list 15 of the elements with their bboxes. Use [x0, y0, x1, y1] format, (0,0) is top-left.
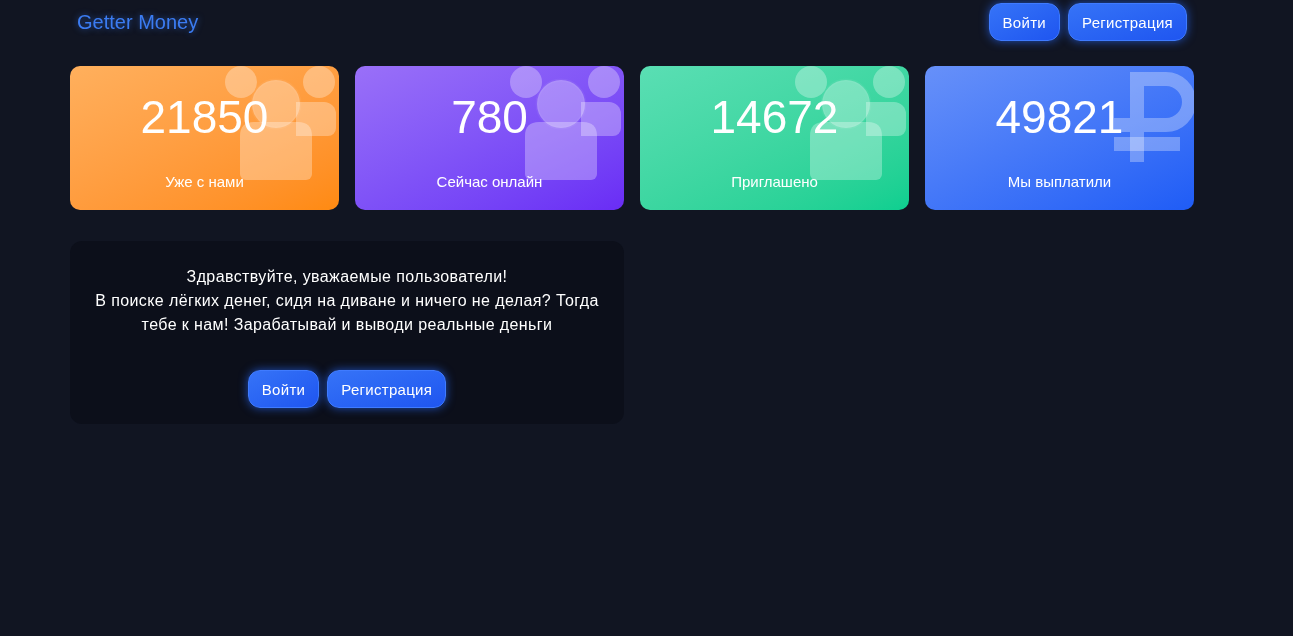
login-button[interactable]: Войти — [988, 3, 1060, 41]
stat-label: Уже с нами — [165, 172, 244, 192]
stat-value: 780 — [451, 91, 528, 143]
stat-label: Мы выплатили — [1007, 172, 1112, 192]
stat-label: Сейчас онлайн — [436, 172, 543, 192]
welcome-greeting: Здравствуйте, уважаемые пользователи! — [186, 267, 508, 287]
welcome-text: В поиске лёгких денег, сидя на диване и ничего не делая? Тогда тебе к нам! Зарабатывай и выводи реальные деньги — [94, 291, 600, 335]
site-logo[interactable]: Getter Money — [77, 3, 199, 41]
register-button[interactable]: Регистрация — [327, 370, 447, 408]
stat-value: 14672 — [710, 91, 839, 143]
stat-value: 21850 — [140, 91, 269, 143]
stat-value: 49821 — [995, 91, 1124, 143]
login-button[interactable]: Войти — [247, 370, 320, 408]
stat-label: Приглашено — [731, 172, 818, 192]
register-button[interactable]: Регистрация — [1068, 3, 1187, 41]
